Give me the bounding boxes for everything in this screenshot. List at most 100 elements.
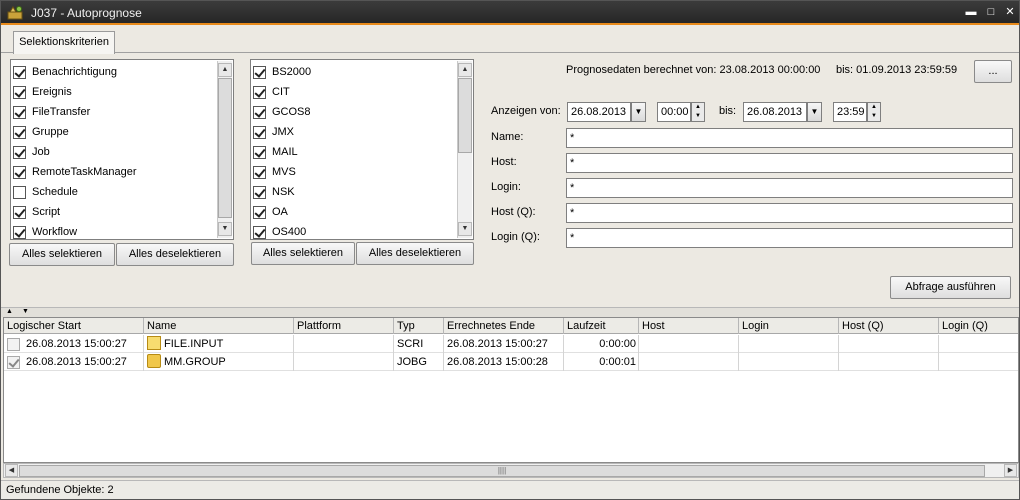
hostq-field[interactable]: * (566, 203, 1013, 223)
scroll-thumb[interactable] (458, 78, 472, 153)
scroll-down-icon[interactable]: ▼ (458, 222, 472, 236)
column-header[interactable]: Laufzeit (564, 318, 639, 334)
more-options-button[interactable]: ... (974, 60, 1012, 83)
horizontal-scrollbar[interactable]: ◀ |||| ▶ (3, 463, 1019, 478)
table-row[interactable]: 26.08.2013 15:00:27 MM.GROUP JOBG 26.08.… (4, 353, 1018, 371)
column-header[interactable]: Login (Q) (939, 318, 1018, 334)
run-query-button[interactable]: Abfrage ausführen (890, 276, 1011, 299)
select-all-platforms-button[interactable]: Alles selektieren (251, 242, 355, 265)
list-item[interactable]: FileTransfer (13, 102, 90, 122)
scroll-right-icon[interactable]: ▶ (1004, 464, 1017, 477)
name-field[interactable]: * (566, 128, 1013, 148)
column-header[interactable]: Host (639, 318, 739, 334)
title-bar: J037 - Autoprognose ▬ □ ✕ (1, 1, 1019, 25)
list-item-label: MAIL (272, 146, 298, 158)
name-value: FILE.INPUT (164, 338, 224, 350)
list-item[interactable]: BS2000 (253, 62, 311, 82)
to-date-field[interactable]: 26.08.2013 (743, 102, 807, 122)
list-item[interactable]: GCOS8 (253, 102, 311, 122)
list-item[interactable]: Schedule (13, 182, 78, 202)
to-date-dropdown-icon[interactable]: ▼ (807, 102, 822, 122)
checkbox[interactable] (253, 205, 266, 219)
row-checkbox[interactable] (7, 355, 20, 369)
checkbox[interactable] (13, 65, 26, 79)
spin-up-icon[interactable]: ▲ (868, 103, 880, 112)
loginq-field[interactable]: * (566, 228, 1013, 248)
scroll-thumb[interactable] (218, 78, 232, 218)
list-item[interactable]: Job (13, 142, 50, 162)
to-time-stepper[interactable]: ▲ ▼ (867, 102, 881, 122)
deselect-all-events-button[interactable]: Alles deselektieren (116, 243, 234, 266)
vertical-scrollbar[interactable]: ▲ ▼ (457, 61, 472, 238)
start-value: 26.08.2013 15:00:27 (26, 338, 127, 350)
scroll-thumb[interactable]: |||| (19, 465, 985, 477)
checkbox[interactable] (253, 145, 266, 159)
list-item[interactable]: Ereignis (13, 82, 72, 102)
column-header[interactable]: Typ (394, 318, 444, 334)
from-time-stepper[interactable]: ▲ ▼ (691, 102, 705, 122)
column-header[interactable]: Plattform (294, 318, 394, 334)
platform-list[interactable]: BS2000 CIT GCOS8 JMX MAIL MVS NSK OA OS4… (250, 59, 474, 240)
checkbox[interactable] (253, 165, 266, 179)
maximize-icon[interactable]: □ (984, 6, 998, 19)
scroll-left-icon[interactable]: ◀ (5, 464, 18, 477)
list-item[interactable]: Script (13, 202, 60, 222)
checkbox[interactable] (13, 85, 26, 99)
spin-up-icon[interactable]: ▲ (692, 103, 704, 112)
checkbox[interactable] (13, 165, 26, 179)
list-item[interactable]: OA (253, 202, 288, 222)
event-type-list[interactable]: Benachrichtigung Ereignis FileTransfer G… (10, 59, 234, 240)
checkbox[interactable] (253, 85, 266, 99)
checkbox[interactable] (13, 185, 26, 199)
from-time-field[interactable]: 00:00 (657, 102, 691, 122)
column-header[interactable]: Login (739, 318, 839, 334)
checkbox[interactable] (13, 125, 26, 139)
list-item[interactable]: Benachrichtigung (13, 62, 117, 82)
checkbox[interactable] (253, 105, 266, 119)
list-item[interactable]: MVS (253, 162, 296, 182)
spin-down-icon[interactable]: ▼ (692, 112, 704, 121)
scroll-down-icon[interactable]: ▼ (218, 222, 232, 236)
list-item[interactable]: NSK (253, 182, 295, 202)
to-time-field[interactable]: 23:59 (833, 102, 867, 122)
checkbox[interactable] (13, 205, 26, 219)
from-date-field[interactable]: 26.08.2013 (567, 102, 631, 122)
from-date-dropdown-icon[interactable]: ▼ (631, 102, 646, 122)
collapse-up-icon[interactable]: ▲ (6, 308, 13, 315)
column-header[interactable]: Host (Q) (839, 318, 939, 334)
spin-down-icon[interactable]: ▼ (868, 112, 880, 121)
list-item[interactable]: Workflow (13, 222, 77, 239)
minimize-icon[interactable]: ▬ (964, 6, 978, 19)
list-item[interactable]: Gruppe (13, 122, 69, 142)
vertical-scrollbar[interactable]: ▲ ▼ (217, 61, 232, 238)
collapse-down-icon[interactable]: ▼ (22, 308, 29, 315)
column-header[interactable]: Name (144, 318, 294, 334)
autoprognose-window: J037 - Autoprognose ▬ □ ✕ Selektionskrit… (0, 0, 1020, 500)
list-item[interactable]: MAIL (253, 142, 298, 162)
tab-selektionskriterien[interactable]: Selektionskriterien (13, 31, 115, 54)
list-item[interactable]: JMX (253, 122, 294, 142)
forecast-range-text: Prognosedaten berechnet von: 23.08.2013 … (566, 64, 821, 76)
column-header[interactable]: Errechnetes Ende (444, 318, 564, 334)
panel-splitter[interactable]: ▲ ▼ (1, 307, 1019, 317)
close-icon[interactable]: ✕ (1003, 6, 1017, 19)
list-item[interactable]: CIT (253, 82, 290, 102)
list-item[interactable]: OS400 (253, 222, 306, 239)
checkbox[interactable] (253, 225, 266, 239)
host-field[interactable]: * (566, 153, 1013, 173)
column-header[interactable]: Logischer Start (4, 318, 144, 334)
table-row[interactable]: 26.08.2013 15:00:27 FILE.INPUT SCRI 26.0… (4, 335, 1018, 353)
checkbox[interactable] (13, 105, 26, 119)
checkbox[interactable] (253, 125, 266, 139)
deselect-all-platforms-button[interactable]: Alles deselektieren (356, 242, 474, 265)
login-field[interactable]: * (566, 178, 1013, 198)
checkbox[interactable] (13, 225, 26, 239)
checkbox[interactable] (13, 145, 26, 159)
list-item[interactable]: RemoteTaskManager (13, 162, 137, 182)
scroll-up-icon[interactable]: ▲ (218, 63, 232, 77)
checkbox[interactable] (253, 65, 266, 79)
checkbox[interactable] (253, 185, 266, 199)
row-checkbox[interactable] (7, 337, 20, 351)
scroll-up-icon[interactable]: ▲ (458, 63, 472, 77)
select-all-events-button[interactable]: Alles selektieren (9, 243, 115, 266)
